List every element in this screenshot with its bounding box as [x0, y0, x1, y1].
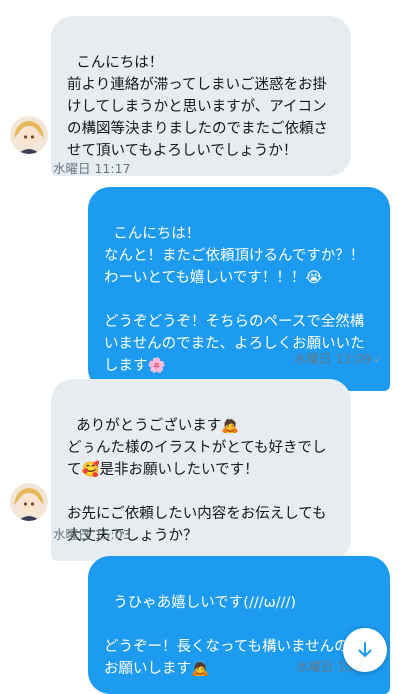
contact-avatar[interactable] [10, 483, 48, 521]
message-timestamp: 水曜日 11:17 [53, 161, 131, 176]
message-text: こんにちは！ 前より連絡が滞ってしまいご迷惑をお掛けしてしまうかと思いますが、ア… [67, 55, 328, 159]
contact-avatar[interactable] [10, 116, 48, 154]
message-timestamp: 水曜日 15:03 [53, 527, 131, 542]
avatar-image [10, 116, 48, 154]
avatar-image [10, 483, 48, 521]
arrow-down-icon [358, 642, 372, 657]
message-timestamp: 水曜日 13:09 ✓ [294, 351, 383, 366]
scroll-to-bottom-button[interactable] [343, 628, 387, 672]
read-check-icon: ✓ [373, 353, 383, 366]
incoming-message-bubble[interactable]: こんにちは！ 前より連絡が滞ってしまいご迷惑をお掛けしてしまうかと思いますが、ア… [51, 16, 351, 176]
